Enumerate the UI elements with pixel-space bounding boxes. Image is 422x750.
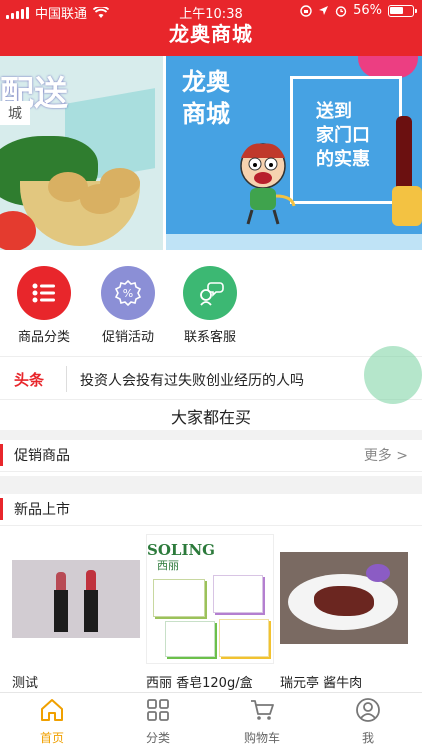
section-divider xyxy=(0,476,422,494)
headline-divider xyxy=(66,366,67,392)
promo-banner[interactable]: 配送 城 龙奥 商城 送到 家门口 的实惠 xyxy=(0,56,422,250)
banner-left-tag: 城 xyxy=(0,101,30,125)
banner-brand-line2: 商城 xyxy=(182,100,230,128)
product-card[interactable]: 测试 xyxy=(12,534,148,691)
banner-decoration xyxy=(358,56,418,78)
discount-icon: % xyxy=(101,266,155,320)
product-image-lipstick[interactable] xyxy=(12,534,140,664)
everyone-buying-heading: 大家都在买 xyxy=(170,408,251,427)
soap-brand-logo-cn: 西丽 xyxy=(157,559,179,572)
section-divider xyxy=(0,430,422,440)
banner-slide-mall[interactable]: 龙奥 商城 送到 家门口 的实惠 xyxy=(166,56,422,250)
snack-graphic xyxy=(392,186,422,226)
banner-slogan-line1: 送到 xyxy=(316,101,352,122)
new-section-title: 新品上市 xyxy=(14,502,70,518)
chat-icon xyxy=(183,266,237,320)
shortcut-label: 联系客服 xyxy=(183,330,236,345)
tab-cart[interactable]: 购物车 xyxy=(220,697,304,746)
battery-icon xyxy=(388,4,417,17)
page-title: 龙奥商城 xyxy=(169,22,253,46)
tab-label: 购物车 xyxy=(243,731,280,745)
promo-section-header: 促销商品 更多 > xyxy=(0,440,422,472)
promo-section-title: 促销商品 xyxy=(14,448,70,464)
shortcut-customer-service[interactable]: 联系客服 xyxy=(168,266,252,345)
app-header: 中国联通 上午10:38 56% 龙奥商城 xyxy=(0,0,422,56)
banner-brand-line1: 龙奥 xyxy=(182,68,230,96)
product-image-beef[interactable] xyxy=(280,534,408,664)
location-icon xyxy=(319,6,329,15)
new-section-header: 新品上市 xyxy=(0,494,422,526)
bottom-tab-bar: 首页 分类 购物车 我 xyxy=(0,692,422,750)
shortcut-promotions[interactable]: % 促销活动 xyxy=(86,266,170,345)
section-marker xyxy=(0,444,3,466)
tab-label: 首页 xyxy=(39,731,64,745)
potato-graphic xyxy=(100,168,140,198)
floating-assistive-button[interactable] xyxy=(364,346,422,404)
tab-me[interactable]: 我 xyxy=(326,697,410,746)
banner-slogan-line2: 家门口 xyxy=(316,125,370,146)
shortcut-categories[interactable]: 商品分类 xyxy=(2,266,86,345)
banner-brand: 龙奥 商城 xyxy=(182,66,230,130)
shortcut-label: 商品分类 xyxy=(17,330,70,345)
product-card[interactable]: SOLING 西丽 西丽 香皂120g/盒 xyxy=(146,534,282,691)
rotation-lock-icon xyxy=(300,4,312,17)
grid-icon xyxy=(147,699,169,721)
home-icon xyxy=(41,699,63,721)
banner-slogan-line3: 的实惠 xyxy=(316,149,370,170)
cart-icon xyxy=(251,700,274,720)
product-image-soap[interactable]: SOLING 西丽 xyxy=(146,534,274,664)
promo-more-link[interactable]: 更多 > xyxy=(364,445,408,465)
product-name[interactable]: 测试 xyxy=(12,672,38,691)
banner-slogan: 送到 家门口 的实惠 xyxy=(316,100,370,172)
mascot-graphic xyxy=(240,143,296,225)
tab-label: 分类 xyxy=(145,731,170,745)
shortcut-label: 促销活动 xyxy=(101,330,154,345)
product-name[interactable]: 西丽 香皂120g/盒 xyxy=(146,672,253,691)
user-icon xyxy=(356,698,380,722)
tab-category[interactable]: 分类 xyxy=(116,697,200,746)
svg-text:%: % xyxy=(123,287,133,300)
headline-ticker[interactable]: 头条 投资人会投有过失败创业经历的人吗 xyxy=(0,356,422,400)
list-icon xyxy=(17,266,71,320)
alarm-icon xyxy=(335,5,347,17)
banner-floor xyxy=(166,234,422,250)
product-name[interactable]: 瑞元亭 酱牛肉 xyxy=(280,672,362,691)
headline-text[interactable]: 投资人会投有过失败创业经历的人吗 xyxy=(80,370,304,390)
battery-percent: 56% xyxy=(353,3,382,18)
section-marker xyxy=(0,498,3,520)
headline-tag: 头条 xyxy=(14,371,45,389)
tab-label: 我 xyxy=(361,731,374,745)
tab-home[interactable]: 首页 xyxy=(10,697,94,746)
product-card[interactable]: 瑞元亭 酱牛肉 xyxy=(280,534,416,691)
banner-slide-vegetables[interactable]: 配送 城 xyxy=(0,56,163,250)
